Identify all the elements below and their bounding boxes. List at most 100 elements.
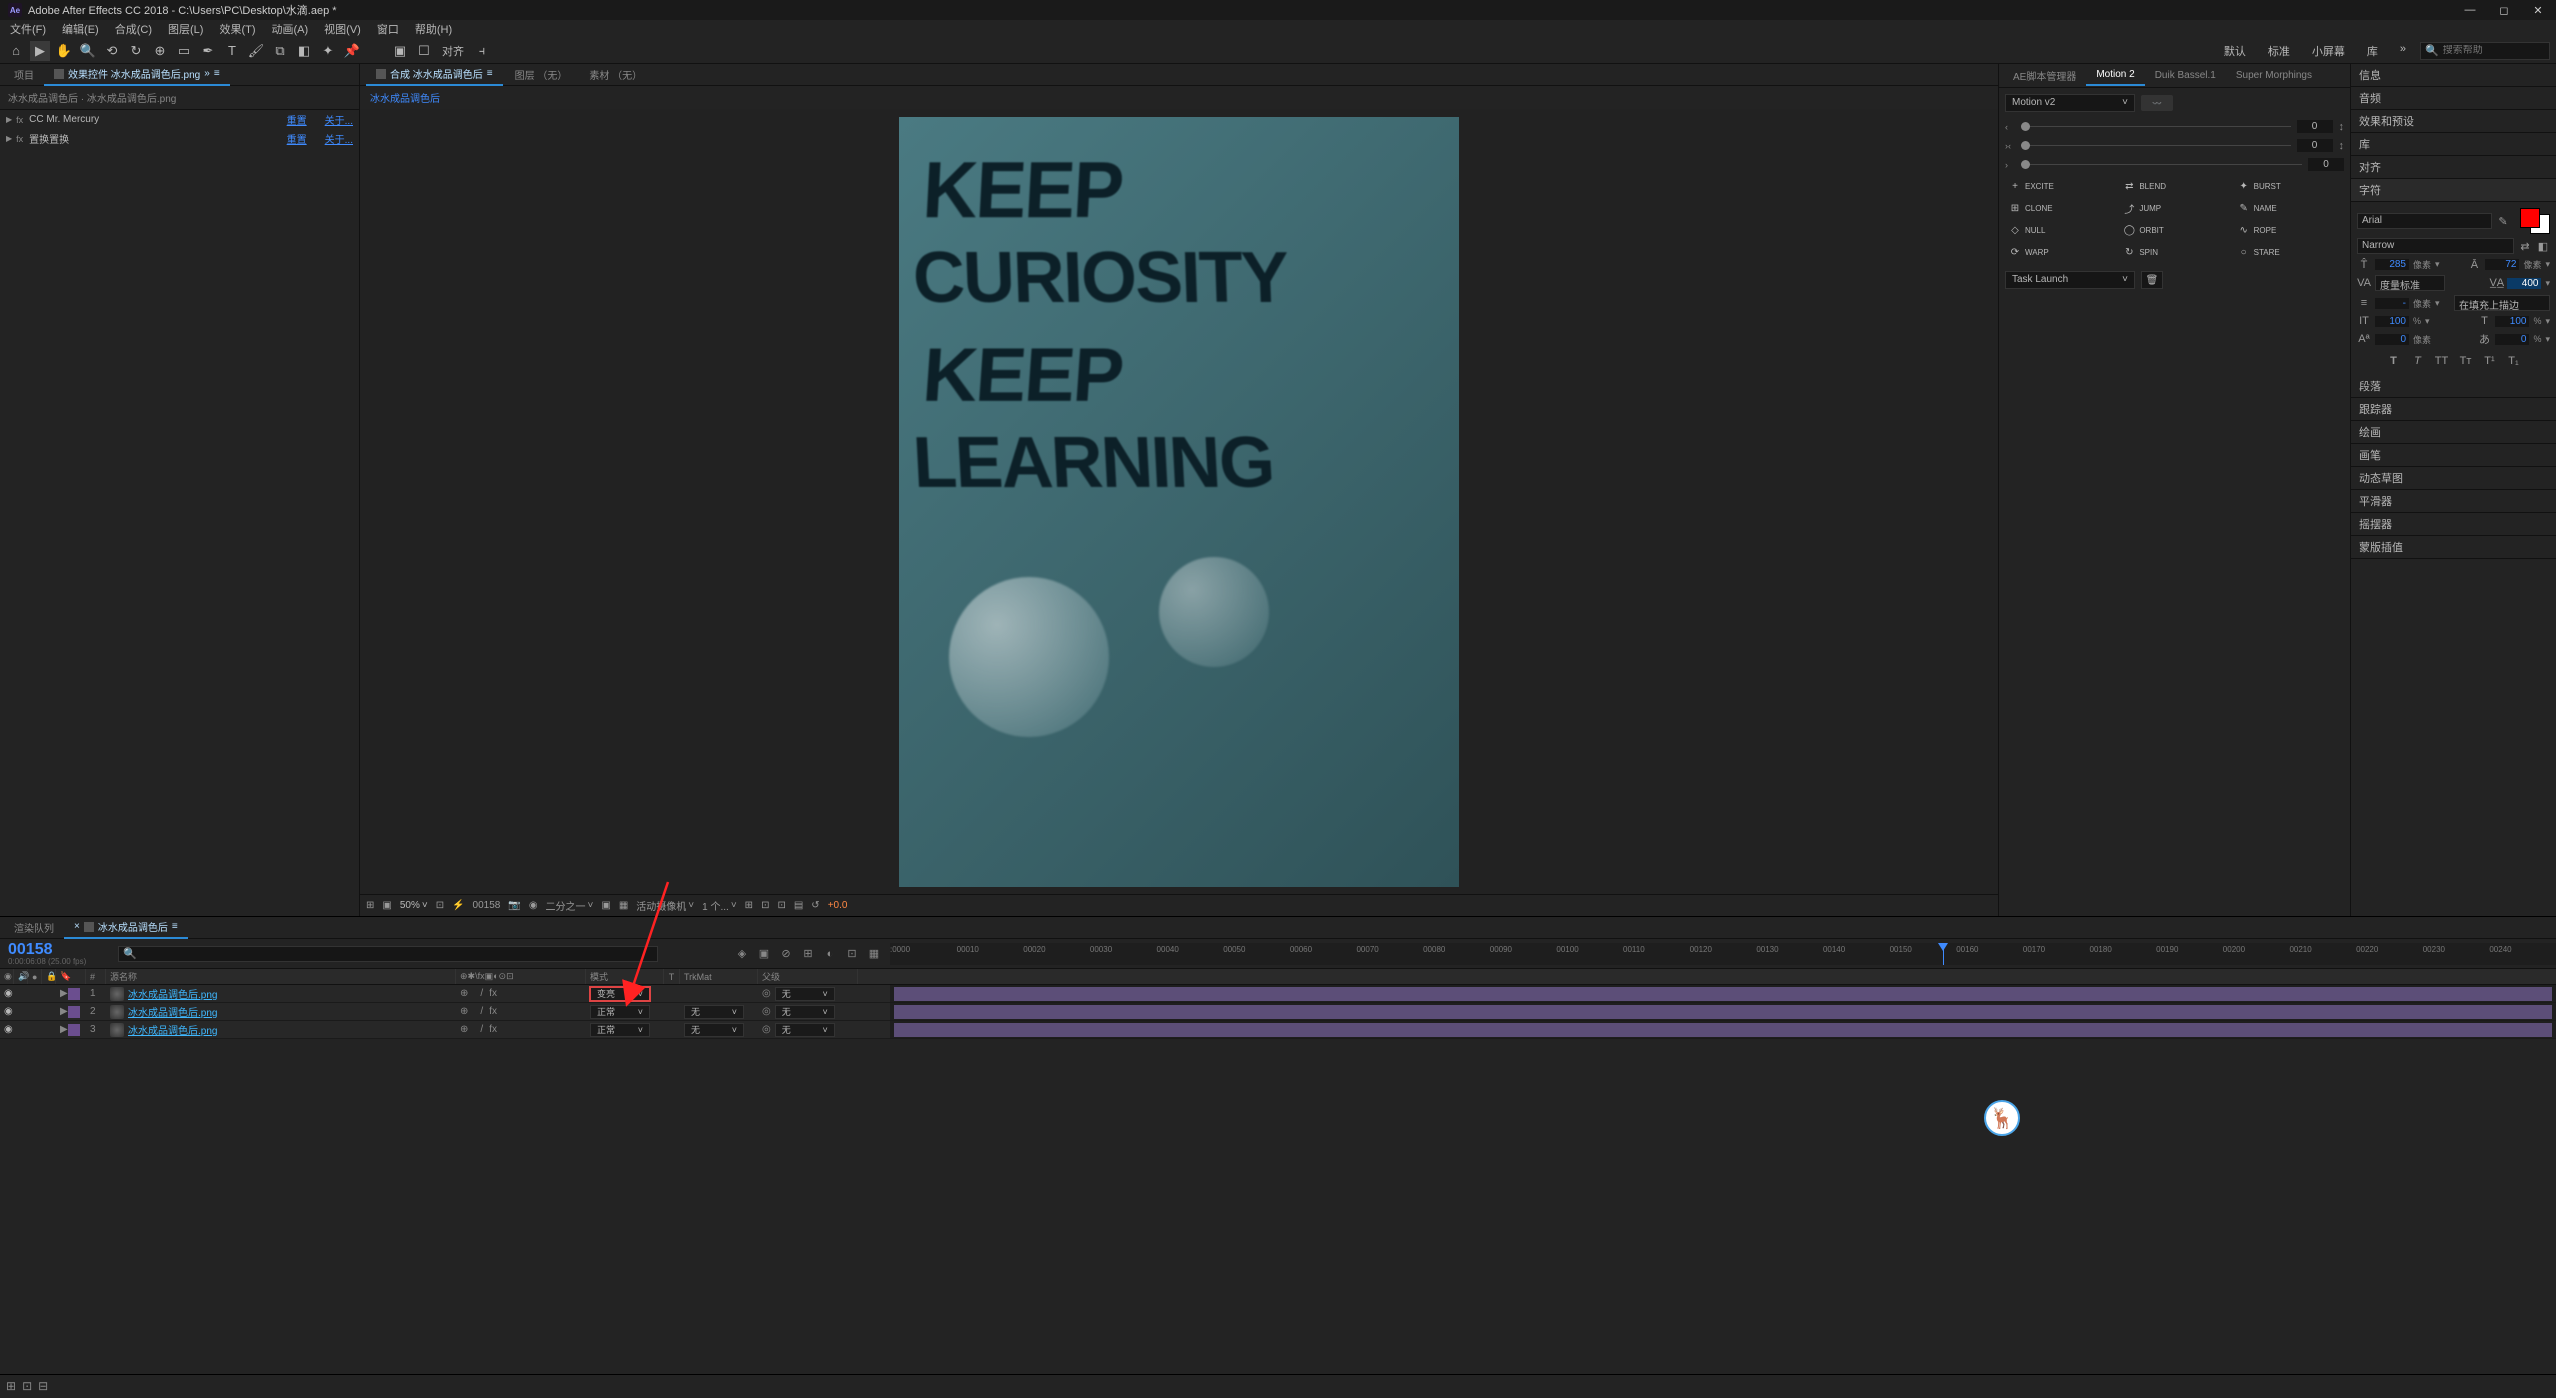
expand-icon[interactable]: ▶	[6, 115, 12, 124]
roto-tool-icon[interactable]: ✦	[318, 41, 338, 61]
workspace-tab-default[interactable]: 默认	[2214, 41, 2256, 61]
minimize-button[interactable]: —	[2460, 4, 2480, 17]
help-search[interactable]: 🔍	[2420, 42, 2550, 60]
fast-preview-icon[interactable]: ⚡	[452, 900, 464, 911]
pickwhip-icon[interactable]: ◎	[762, 1024, 771, 1035]
layer-name[interactable]: 冰水成品调色后.png	[124, 986, 217, 1001]
maximize-button[interactable]: ◻	[2494, 4, 2514, 17]
baseline-input[interactable]: 0	[2375, 334, 2409, 345]
menu-composition[interactable]: 合成(C)	[109, 21, 158, 37]
effect-row-displacement[interactable]: ▶ fx 置换置换 重置 关于...	[0, 129, 359, 148]
pickwhip-icon[interactable]: ◎	[762, 1006, 771, 1017]
panel-brushes[interactable]: 画笔	[2351, 444, 2556, 467]
slider-link-icon[interactable]: ↕	[2339, 121, 2345, 133]
expand-layer-icon[interactable]: ▶	[60, 1024, 68, 1035]
vscale-input[interactable]: 100	[2375, 316, 2409, 327]
italic-button[interactable]: T	[2409, 353, 2427, 369]
motion-btn-rope[interactable]: ∿ROPE	[2234, 221, 2344, 239]
menu-layer[interactable]: 图层(L)	[162, 21, 209, 37]
slider-value[interactable]: 0	[2297, 120, 2333, 133]
superscript-button[interactable]: T¹	[2481, 353, 2499, 369]
col-t[interactable]: T	[664, 969, 680, 984]
panel-audio[interactable]: 音频	[2351, 87, 2556, 110]
tsume-input[interactable]: 0	[2495, 334, 2529, 345]
menu-animation[interactable]: 动画(A)	[266, 21, 315, 37]
clone-tool-icon[interactable]: ⧉	[270, 41, 290, 61]
col-solo[interactable]: ●	[28, 969, 42, 984]
menu-edit[interactable]: 编辑(E)	[56, 21, 105, 37]
panel-library[interactable]: 库	[2351, 133, 2556, 156]
slider-value[interactable]: 0	[2297, 139, 2333, 152]
effect-row-mercury[interactable]: ▶ fx CC Mr. Mercury 重置 关于...	[0, 110, 359, 129]
slider-track[interactable]	[2021, 145, 2291, 146]
comp-tab-footage[interactable]: 素材 （无）	[579, 64, 652, 85]
slider-track[interactable]	[2021, 126, 2291, 127]
ime-mode-label[interactable]: 英	[2016, 1108, 2048, 1128]
kerning-dropdown[interactable]: 度量标准	[2375, 275, 2445, 291]
pickwhip-icon[interactable]: ◎	[762, 988, 771, 999]
panel-mask-interp[interactable]: 蒙版插值	[2351, 536, 2556, 559]
col-switches[interactable]: ⊕✱\fx▣◐⊙⊡	[456, 969, 586, 984]
motion-btn-excite[interactable]: +EXCITE	[2005, 177, 2115, 195]
draft3d-icon[interactable]: ▣	[756, 946, 772, 962]
motion-btn-null[interactable]: ◇NULL	[2005, 221, 2115, 239]
panel-paragraph[interactable]: 段落	[2351, 375, 2556, 398]
layer-name[interactable]: 冰水成品调色后.png	[124, 1004, 217, 1019]
comp-breadcrumb[interactable]: 冰水成品调色后	[360, 86, 1998, 109]
time-ruler[interactable]: :000000010000200003000040000500006000070…	[890, 943, 2556, 965]
visibility-toggle-icon[interactable]: ◉	[4, 988, 13, 999]
layer-track[interactable]	[890, 1021, 2556, 1038]
menu-view[interactable]: 视图(V)	[318, 21, 367, 37]
allcaps-button[interactable]: TT	[2433, 353, 2451, 369]
snapshot-icon[interactable]: 📷	[508, 900, 520, 911]
col-audio[interactable]: 🔊	[14, 969, 28, 984]
motion-btn-warp[interactable]: ⟳WARP	[2005, 243, 2115, 261]
motion-btn-jump[interactable]: ⤴JUMP	[2119, 199, 2229, 217]
selection-tool-icon[interactable]: ▶	[30, 41, 50, 61]
tab-render-queue[interactable]: 渲染队列	[4, 917, 64, 938]
stroke-style-dropdown[interactable]: 在填充上描边	[2454, 295, 2550, 311]
tracking-input[interactable]: 400	[2507, 278, 2541, 289]
panel-smoother[interactable]: 平滑器	[2351, 490, 2556, 513]
color-swatches[interactable]	[2520, 208, 2550, 234]
effect-about-link[interactable]: 关于...	[325, 112, 353, 127]
viewer-alpha-icon[interactable]: ▣	[382, 900, 391, 911]
parent-dropdown[interactable]: 无˅	[775, 1023, 835, 1037]
layer-duration-bar[interactable]	[894, 1023, 2552, 1037]
current-frame[interactable]: 00158	[473, 900, 501, 911]
layer-search-input[interactable]	[137, 948, 653, 959]
font-size-input[interactable]: 285	[2375, 259, 2409, 270]
effect-reset-link[interactable]: 重置	[287, 112, 307, 127]
trkmat-dropdown[interactable]: 无˅	[684, 1005, 744, 1019]
layer-track[interactable]	[890, 985, 2556, 1002]
effect-reset-link[interactable]: 重置	[287, 131, 307, 146]
toggle-modes-icon[interactable]: ⊡	[22, 1379, 32, 1393]
shape-tool-icon[interactable]: ▭	[174, 41, 194, 61]
motion-btn-blend[interactable]: ⇄BLEND	[2119, 177, 2229, 195]
safe-zones-icon[interactable]: ⊡	[777, 900, 785, 911]
tab-project[interactable]: 项目	[4, 64, 44, 85]
motion-btn-spin[interactable]: ↻SPIN	[2119, 243, 2229, 261]
fx-badge-icon[interactable]: fx	[16, 115, 23, 125]
default-colors-icon[interactable]: ◧	[2536, 240, 2550, 253]
view-options-icon[interactable]: ⊞	[745, 900, 753, 911]
smallcaps-button[interactable]: Tᴛ	[2457, 353, 2475, 369]
swap-colors-icon[interactable]: ⇄	[2518, 240, 2532, 253]
tab-script-manager[interactable]: AE脚本管理器	[2003, 64, 2086, 87]
comp-mini-flowchart-icon[interactable]: ◈	[734, 946, 750, 962]
layer-row[interactable]: ◉ ▶ 3 冰水成品调色后.png ⊕/fx 正常˅ 无˅ ◎无˅	[0, 1021, 2556, 1039]
tab-supermorphings[interactable]: Super Morphings	[2226, 66, 2322, 85]
slider-link-icon[interactable]: ↕	[2339, 140, 2345, 152]
task-delete-button[interactable]: 🗑	[2141, 271, 2163, 289]
viewer-grid-icon[interactable]: ⊞	[366, 900, 374, 911]
menu-effect[interactable]: 效果(T)	[213, 21, 261, 37]
show-last-icon[interactable]: ◉	[529, 900, 538, 911]
blend-mode-dropdown[interactable]: 变亮˅	[590, 987, 650, 1001]
workspace-tab-library[interactable]: 库	[2357, 41, 2388, 61]
layer-track[interactable]	[890, 1003, 2556, 1020]
col-label[interactable]: 🔖	[56, 969, 86, 984]
col-parent[interactable]: 父级	[758, 969, 858, 984]
stroke-width-input[interactable]: -	[2375, 298, 2409, 309]
reset-exposure-icon[interactable]: ↺	[811, 900, 819, 911]
eraser-tool-icon[interactable]: ◧	[294, 41, 314, 61]
